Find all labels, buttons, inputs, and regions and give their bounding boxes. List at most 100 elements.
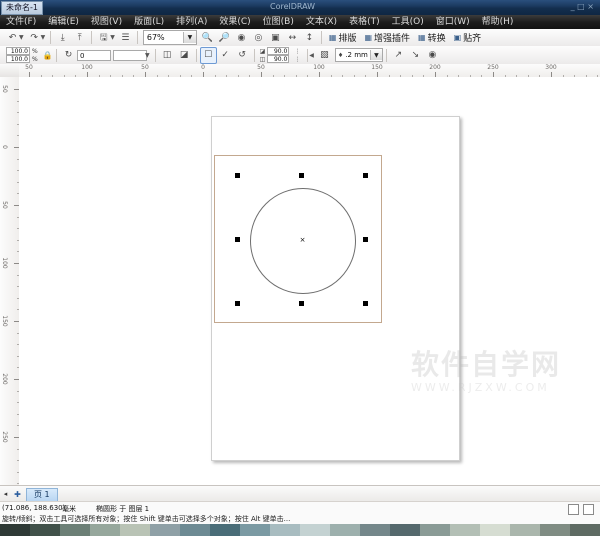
add-page-icon[interactable]: ✚ (11, 488, 24, 500)
rotation-dropdown-icon[interactable]: ▼ (145, 52, 150, 59)
menu-file[interactable]: 文件(F) (0, 15, 42, 29)
selection-handle-ne[interactable] (363, 173, 368, 178)
convert-icon: ▦ (418, 33, 426, 42)
palette-swatch[interactable] (480, 524, 510, 536)
palette-swatch[interactable] (450, 524, 480, 536)
page-tab-1[interactable]: 页 1 (26, 487, 58, 501)
menu-table[interactable]: 表格(T) (343, 15, 386, 29)
zoom-level-combo[interactable]: 67% ▼ (142, 30, 197, 45)
chevron-down-icon[interactable]: ▼ (369, 50, 382, 60)
palette-swatch[interactable] (540, 524, 570, 536)
selection-handle-nw[interactable] (235, 173, 240, 178)
palette-swatch[interactable] (180, 524, 210, 536)
collapse-arrow-icon[interactable]: ◀ (309, 52, 314, 59)
horizontal-ruler[interactable]: 50 100 50 0 50 100 150 200 250 300 (19, 64, 600, 78)
chevron-down-icon[interactable]: ▼ (182, 32, 196, 43)
palette-swatch[interactable] (120, 524, 150, 536)
outline-width-combo[interactable]: ♦ .2 mm ▼ (334, 48, 383, 62)
toolbar-separator (50, 31, 52, 44)
window-controls[interactable]: _ □ × (571, 2, 594, 11)
import-icon[interactable]: ⤓ (54, 29, 71, 46)
zoom-in-icon[interactable]: 🔍 (199, 29, 216, 46)
fill-swatch[interactable] (568, 504, 579, 515)
vertical-ruler[interactable]: 50 0 50 100 150 200 250 (0, 77, 20, 485)
selection-handle-s[interactable] (299, 301, 304, 306)
menu-window[interactable]: 窗口(W) (430, 15, 476, 29)
property-separator (195, 48, 197, 62)
toolbar-plugin-convert[interactable]: ▦ 转换 (414, 30, 450, 46)
menu-tools[interactable]: 工具(O) (386, 15, 430, 29)
mirror-vertical-icon[interactable]: ◪ (176, 47, 193, 64)
menu-layout[interactable]: 版面(L) (128, 15, 170, 29)
outline-swatch[interactable] (583, 504, 594, 515)
palette-swatch[interactable] (0, 524, 30, 536)
menu-edit[interactable]: 编辑(E) (42, 15, 85, 29)
menu-text[interactable]: 文本(X) (300, 15, 343, 29)
palette-swatch[interactable] (300, 524, 330, 536)
skew-y-input[interactable]: 90.0 (267, 55, 290, 63)
toolbar-plugin-typeset[interactable]: ▦ 排版 (325, 30, 361, 46)
palette-swatch[interactable] (240, 524, 270, 536)
ruler-origin-corner[interactable] (0, 64, 20, 78)
menu-help[interactable]: 帮助(H) (476, 15, 520, 29)
menu-arrange[interactable]: 排列(A) (170, 15, 213, 29)
palette-swatch[interactable] (90, 524, 120, 536)
document-title[interactable]: 未命名-1 (1, 1, 43, 15)
zoom-to-all-icon[interactable]: ◎ (250, 29, 267, 46)
selection-handle-n[interactable] (299, 173, 304, 178)
palette-swatch[interactable] (390, 524, 420, 536)
palette-swatch[interactable] (570, 524, 600, 536)
mirror-horizontal-icon[interactable]: ◫ (159, 47, 176, 64)
palette-swatch[interactable] (150, 524, 180, 536)
outline-width-value[interactable]: .2 mm (343, 49, 370, 61)
selection-handle-w[interactable] (235, 237, 240, 242)
publish-dropdown-icon[interactable]: ▼ (110, 34, 115, 41)
zoom-out-icon[interactable]: 🔎 (216, 29, 233, 46)
palette-swatch[interactable] (510, 524, 540, 536)
rotation-secondary-input[interactable] (113, 49, 147, 61)
undo-dropdown-icon[interactable]: ▼ (19, 34, 24, 41)
first-page-icon[interactable]: ◂ (0, 488, 11, 500)
zoom-to-page-icon[interactable]: ▣ (267, 29, 284, 46)
menu-effects[interactable]: 效果(C) (213, 15, 256, 29)
skew-x-input[interactable]: 90.0 (267, 47, 290, 55)
toolbar-plugin-enhanced[interactable]: ▦ 增强插件 (360, 30, 414, 46)
arrowhead-icon[interactable]: ↘ (407, 47, 424, 64)
selection-handle-se[interactable] (363, 301, 368, 306)
scale-y-input[interactable]: 100.0 (6, 55, 30, 63)
property-bar: 100.0 % 100.0 % 🔒 ↻ 0 ▼ ◫ ◪ ☐ ✓ ↺ ◪ 90.0 (0, 46, 600, 65)
color-palette[interactable] (0, 524, 600, 536)
zoom-to-selection-icon[interactable]: ◉ (233, 29, 250, 46)
selection-handle-sw[interactable] (235, 301, 240, 306)
lock-ratio-icon[interactable]: 🔒 (42, 49, 53, 62)
nudge-offset-icon[interactable]: ⋮ (291, 54, 304, 64)
zoom-level-value[interactable]: 67% (144, 31, 183, 44)
application-launcher-icon[interactable]: ☰ (117, 29, 134, 46)
menu-view[interactable]: 视图(V) (85, 15, 128, 29)
palette-swatch[interactable] (210, 524, 240, 536)
palette-swatch[interactable] (330, 524, 360, 536)
toolbar-plugin-snap[interactable]: ▣ 贴齐 (450, 30, 486, 46)
palette-swatch[interactable] (360, 524, 390, 536)
export-icon[interactable]: ⤒ (71, 29, 88, 46)
rotation-angle-input[interactable]: 0 (77, 49, 111, 61)
selection-handle-e[interactable] (363, 237, 368, 242)
drawing-canvas[interactable]: × 软件自学网 WWW.RJZXW.COM (19, 77, 600, 485)
palette-swatch[interactable] (420, 524, 450, 536)
redo-dropdown-icon[interactable]: ▼ (41, 34, 46, 41)
convert-to-curves-icon[interactable]: ☐ (199, 46, 217, 64)
wrap-paragraph-text-icon[interactable]: ✓ (217, 47, 234, 64)
outline-color-icon[interactable]: ▧ (316, 47, 333, 64)
palette-swatch[interactable] (270, 524, 300, 536)
menu-bitmap[interactable]: 位图(B) (257, 15, 300, 29)
scale-x-input[interactable]: 100.0 (6, 47, 30, 55)
ruler-label: 100 (313, 64, 325, 71)
outline-style-icon[interactable]: ↗ (390, 47, 407, 64)
zoom-to-height-icon[interactable]: ↕ (301, 29, 318, 46)
rotate-cw-icon[interactable]: ↺ (234, 47, 251, 64)
target-icon[interactable]: ◉ (424, 47, 441, 64)
palette-swatch[interactable] (30, 524, 60, 536)
palette-swatch[interactable] (60, 524, 90, 536)
app-title: CorelDRAW (270, 2, 316, 11)
zoom-to-width-icon[interactable]: ↔ (284, 29, 301, 46)
